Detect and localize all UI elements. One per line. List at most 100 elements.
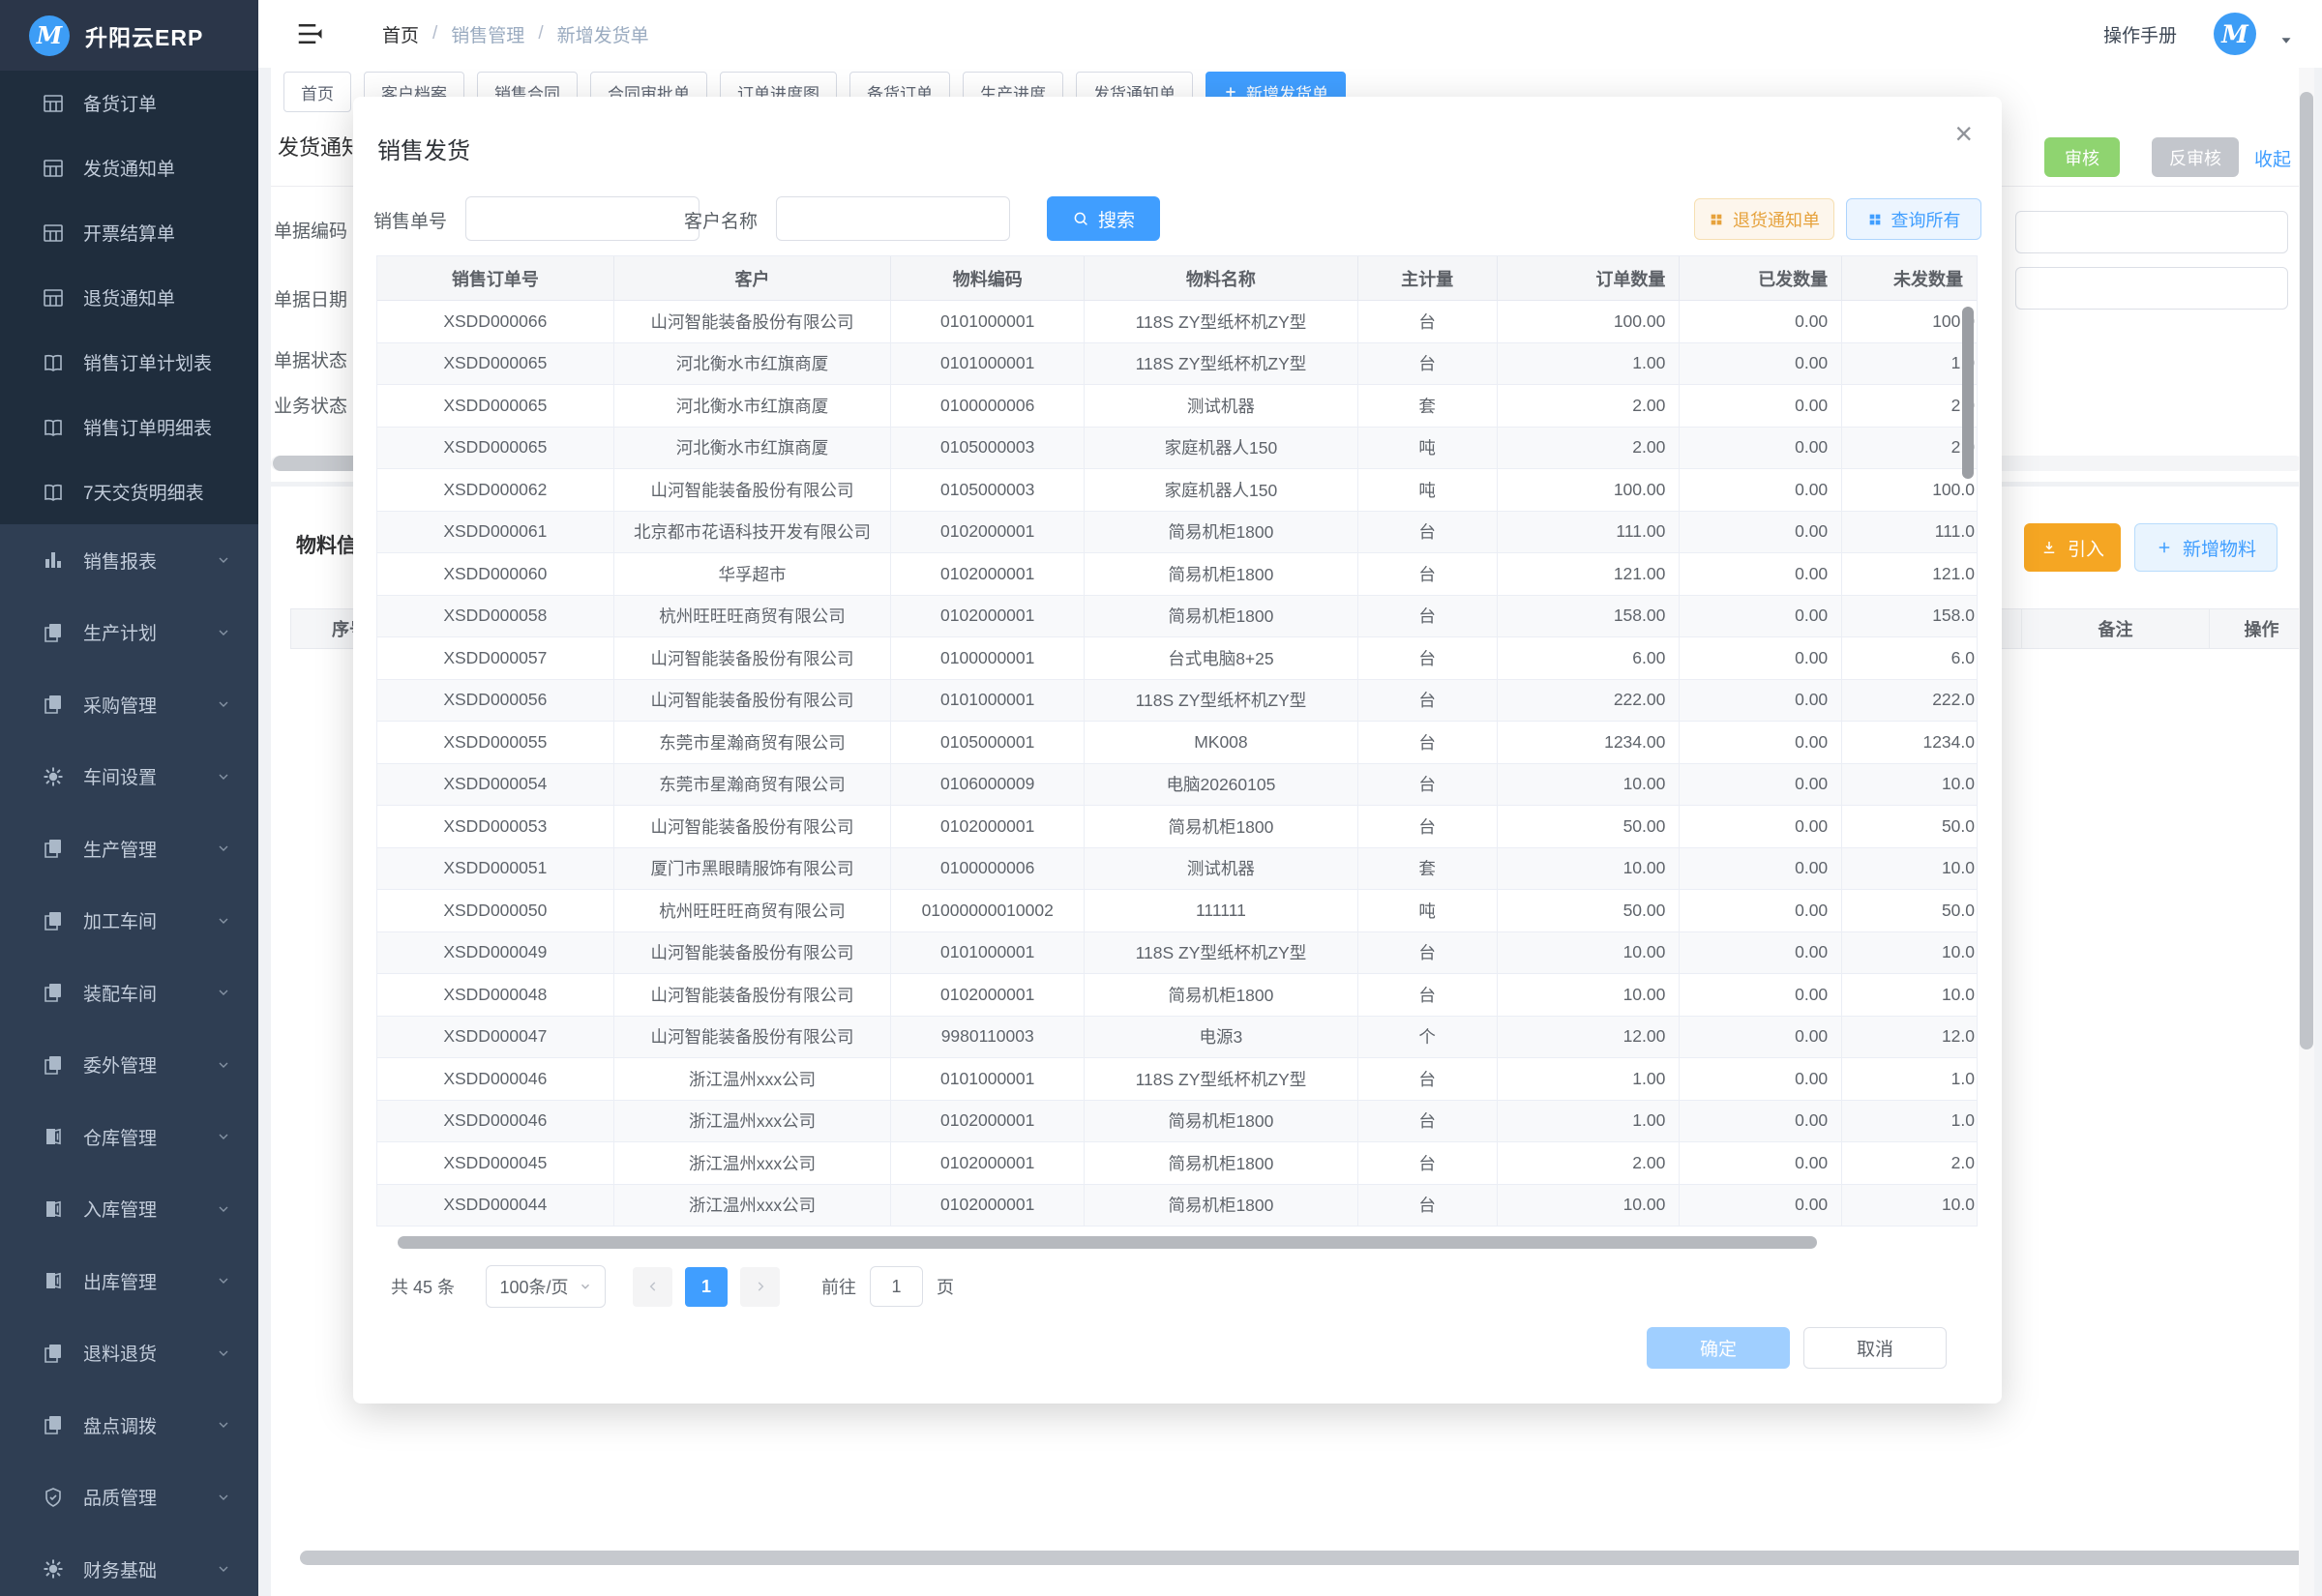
table-cell: 0.00 — [1680, 512, 1842, 553]
sidebar-item-车间设置[interactable]: 车间设置 — [0, 741, 258, 813]
sidebar-item-采购管理[interactable]: 采购管理 — [0, 668, 258, 741]
table-row[interactable]: XSDD000056山河智能装备股份有限公司0101000001118S ZY型… — [377, 680, 1977, 723]
bg-input-field[interactable] — [2015, 267, 2288, 310]
table-row[interactable]: XSDD000065河北衡水市红旗商厦0100000006测试机器套2.000.… — [377, 385, 1977, 428]
table-row[interactable]: XSDD000054东莞市星瀚商贸有限公司0106000009电脑2026010… — [377, 764, 1977, 807]
table-cell: 台 — [1358, 301, 1498, 342]
table-cell: 厦门市黑眼睛服饰有限公司 — [614, 848, 892, 890]
sidebar-item-出库管理[interactable]: 出库管理 — [0, 1245, 258, 1317]
table-cell: 台 — [1358, 637, 1498, 679]
gear-icon — [42, 765, 65, 788]
order-no-input[interactable] — [465, 196, 700, 241]
table-cell: 121.0 — [1842, 553, 1977, 595]
sidebar-item-仓库管理[interactable]: 仓库管理 — [0, 1101, 258, 1173]
table-row[interactable]: XSDD000046浙江温州xxx公司0102000001简易机柜1800台1.… — [377, 1101, 1977, 1143]
table-cell: XSDD000065 — [377, 428, 614, 469]
sidebar-item-退货通知单[interactable]: 退货通知单 — [0, 265, 258, 330]
sidebar-item-销售报表[interactable]: 销售报表 — [0, 524, 258, 597]
collapse-link[interactable]: 收起 — [2254, 145, 2291, 171]
sidebar-item-委外管理[interactable]: 委外管理 — [0, 1029, 258, 1102]
audit-button[interactable]: 审核 — [2044, 137, 2120, 177]
unaudit-button[interactable]: 反审核 — [2152, 137, 2239, 177]
table-row[interactable]: XSDD000051厦门市黑眼睛服饰有限公司0100000006测试机器套10.… — [377, 848, 1977, 891]
page-hscrollbar-thumb[interactable] — [300, 1551, 2312, 1565]
collapse-sidebar-icon[interactable] — [295, 19, 324, 48]
sidebar-item-销售订单计划表[interactable]: 销售订单计划表 — [0, 330, 258, 395]
sidebar-item-发货通知单[interactable]: 发货通知单 — [0, 135, 258, 200]
manual-link[interactable]: 操作手册 — [2103, 21, 2177, 47]
sidebar-item-开票结算单[interactable]: 开票结算单 — [0, 200, 258, 265]
table-row[interactable]: XSDD000058杭州旺旺旺商贸有限公司0102000001简易机柜1800台… — [377, 596, 1977, 638]
sidebar-item-备货订单[interactable]: 备货订单 — [0, 71, 258, 135]
table-row[interactable]: XSDD000044浙江温州xxx公司0102000001简易机柜1800台10… — [377, 1185, 1977, 1227]
table-cell: 山河智能装备股份有限公司 — [614, 301, 892, 342]
cancel-button[interactable]: 取消 — [1803, 1327, 1947, 1369]
sidebar-item-生产计划[interactable]: 生产计划 — [0, 597, 258, 669]
sidebar-item-入库管理[interactable]: 入库管理 — [0, 1173, 258, 1246]
table-cell: 10.0 — [1842, 764, 1977, 806]
next-page-button[interactable] — [740, 1267, 780, 1307]
sidebar-item-生产管理[interactable]: 生产管理 — [0, 813, 258, 885]
table-row[interactable]: XSDD000061北京都市花语科技开发有限公司0102000001简易机柜18… — [377, 512, 1977, 554]
sidebar-item-财务基础[interactable]: 财务基础 — [0, 1533, 258, 1596]
sidebar-item-品质管理[interactable]: 品质管理 — [0, 1462, 258, 1534]
table-row[interactable]: XSDD000065河北衡水市红旗商厦0101000001118S ZY型纸杯机… — [377, 343, 1977, 386]
bg-input-field[interactable] — [2015, 211, 2288, 253]
table-row[interactable]: XSDD000060华孚超市0102000001简易机柜1800台121.000… — [377, 553, 1977, 596]
breadcrumb-home[interactable]: 首页 — [382, 21, 419, 47]
docs-icon — [42, 621, 65, 644]
table-cell: 个 — [1358, 1017, 1498, 1058]
table-vscrollbar-thumb[interactable] — [1962, 307, 1974, 479]
table-hscrollbar-thumb[interactable] — [398, 1236, 1817, 1249]
table-row[interactable]: XSDD000055东莞市星瀚商贸有限公司0105000001MK008台123… — [377, 722, 1977, 764]
table-cell: 10.00 — [1498, 764, 1681, 806]
customer-input[interactable] — [776, 196, 1010, 241]
tab-首页[interactable]: 首页 — [283, 72, 351, 112]
table-cell: 套 — [1358, 848, 1498, 890]
search-button[interactable]: 搜索 — [1047, 196, 1160, 241]
table-row[interactable]: XSDD000048山河智能装备股份有限公司0102000001简易机柜1800… — [377, 974, 1977, 1017]
avatar[interactable]: M — [2214, 13, 2256, 55]
table-row[interactable]: XSDD000057山河智能装备股份有限公司0100000001台式电脑8+25… — [377, 637, 1977, 680]
table-cell: 简易机柜1800 — [1085, 974, 1358, 1016]
page-size-select[interactable]: 100条/页 — [486, 1265, 606, 1308]
table-row[interactable]: XSDD000053山河智能装备股份有限公司0102000001简易机柜1800… — [377, 806, 1977, 848]
table-row[interactable]: XSDD000062山河智能装备股份有限公司0105000003家庭机器人150… — [377, 469, 1977, 512]
table-cell: 0102000001 — [891, 1101, 1085, 1142]
table-cell: 山河智能装备股份有限公司 — [614, 680, 892, 722]
table-cell: 100.00 — [1498, 301, 1681, 342]
table-cell: 222.00 — [1498, 680, 1681, 722]
import-button[interactable]: 引入 — [2024, 523, 2121, 572]
table-cell: 6.0 — [1842, 637, 1977, 679]
table-row[interactable]: XSDD000065河北衡水市红旗商厦0105000003家庭机器人150吨2.… — [377, 428, 1977, 470]
docs-icon — [42, 693, 65, 716]
table-row[interactable]: XSDD000066山河智能装备股份有限公司0101000001118S ZY型… — [377, 301, 1977, 343]
return-notice-button[interactable]: 退货通知单 — [1694, 198, 1834, 240]
table-cell: 家庭机器人150 — [1085, 428, 1358, 469]
page-number-active[interactable]: 1 — [685, 1267, 728, 1307]
goto-page-input[interactable] — [870, 1266, 923, 1307]
close-icon[interactable]: × — [1954, 118, 1973, 149]
table-row[interactable]: XSDD000047山河智能装备股份有限公司9980110003电源3个12.0… — [377, 1017, 1977, 1059]
table-cell: 100.00 — [1498, 469, 1681, 511]
prev-page-button[interactable] — [633, 1267, 672, 1307]
bg-col-action: 操作 — [2209, 609, 2313, 648]
sidebar-item-退料退货[interactable]: 退料退货 — [0, 1317, 258, 1390]
table-cell: 0101000001 — [891, 1058, 1085, 1100]
sidebar-item-7天交货明细表[interactable]: 7天交货明细表 — [0, 459, 258, 524]
page-vscrollbar-thumb[interactable] — [2300, 92, 2313, 1049]
table-row[interactable]: XSDD000045浙江温州xxx公司0102000001简易机柜1800台2.… — [377, 1142, 1977, 1185]
sidebar-item-装配车间[interactable]: 装配车间 — [0, 957, 258, 1029]
query-all-button[interactable]: 查询所有 — [1846, 198, 1981, 240]
sidebar-item-加工车间[interactable]: 加工车间 — [0, 885, 258, 958]
caret-down-icon[interactable] — [2277, 32, 2295, 49]
confirm-button[interactable]: 确定 — [1647, 1327, 1790, 1369]
table-row[interactable]: XSDD000049山河智能装备股份有限公司0101000001118S ZY型… — [377, 932, 1977, 975]
table-row[interactable]: XSDD000050杭州旺旺旺商贸有限公司0100000001000211111… — [377, 890, 1977, 932]
table-cell: 0105000003 — [891, 469, 1085, 511]
sidebar-item-盘点调拨[interactable]: 盘点调拨 — [0, 1389, 258, 1462]
add-material-button[interactable]: 新增物料 — [2134, 523, 2277, 572]
table-row[interactable]: XSDD000046浙江温州xxx公司0101000001118S ZY型纸杯机… — [377, 1058, 1977, 1101]
sidebar-item-销售订单明细表[interactable]: 销售订单明细表 — [0, 395, 258, 459]
table-cell: 山河智能装备股份有限公司 — [614, 806, 892, 847]
